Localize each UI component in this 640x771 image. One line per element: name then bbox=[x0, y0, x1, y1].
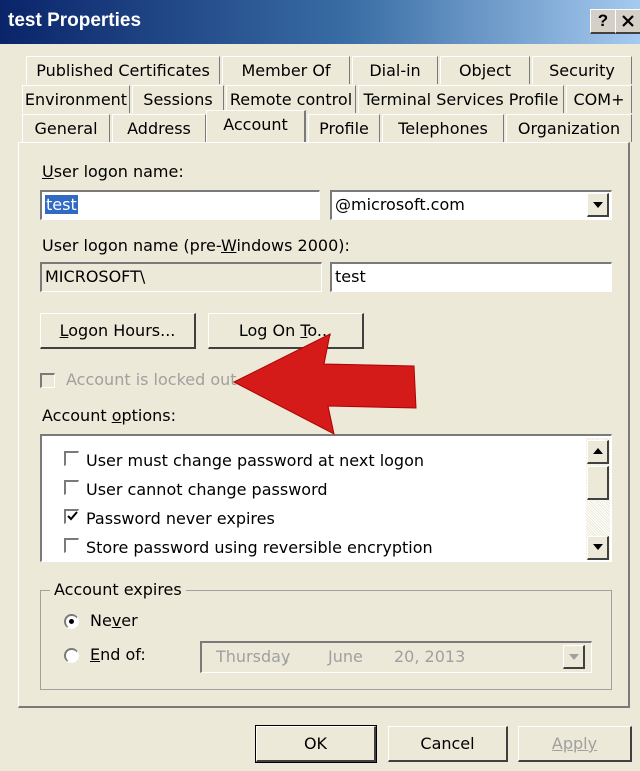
user-logon-name-label: User logon name: bbox=[42, 162, 184, 181]
tab-object[interactable]: Object bbox=[440, 56, 530, 84]
account-locked-out-checkbox[interactable] bbox=[40, 373, 55, 388]
tab-member-of[interactable]: Member Of bbox=[222, 56, 350, 84]
upn-suffix-dropdown-button[interactable] bbox=[587, 193, 609, 217]
help-button[interactable]: ? bbox=[590, 9, 617, 34]
scroll-down-button[interactable] bbox=[587, 536, 609, 560]
option-password-never-expires-label: Password never expires bbox=[86, 509, 275, 528]
close-button[interactable] bbox=[615, 9, 640, 34]
arrow-down-icon bbox=[592, 544, 603, 550]
tab-terminal-services-profile[interactable]: Terminal Services Profile bbox=[358, 85, 564, 113]
tab-organization[interactable]: Organization bbox=[506, 114, 632, 142]
chevron-down-icon bbox=[592, 202, 603, 208]
account-expires-group bbox=[40, 590, 612, 690]
option-password-never-expires-checkbox[interactable] bbox=[64, 509, 79, 524]
tab-published-certificates[interactable]: Published Certificates bbox=[26, 56, 220, 84]
upn-suffix-dropdown[interactable]: @microsoft.com bbox=[330, 190, 612, 220]
ok-button[interactable]: OK bbox=[255, 725, 377, 763]
account-locked-out-label: Account is locked out bbox=[66, 370, 237, 389]
tab-com-plus[interactable]: COM+ bbox=[566, 85, 632, 113]
expires-end-of-radio[interactable] bbox=[64, 648, 79, 663]
expiry-date-picker[interactable]: Thursday , June 20, 2013 bbox=[200, 641, 592, 673]
pre-windows-2000-label: User logon name (pre-Windows 2000): bbox=[42, 236, 350, 255]
logon-hours-button[interactable]: Logon Hours... bbox=[40, 313, 196, 349]
option-must-change-password-label: User must change password at next logon bbox=[86, 451, 425, 470]
pre-windows-2000-name-input[interactable]: test bbox=[330, 262, 612, 292]
date-month: June bbox=[328, 647, 363, 666]
option-reversible-encryption-checkbox[interactable] bbox=[64, 538, 79, 553]
cancel-button[interactable]: Cancel bbox=[388, 726, 508, 762]
red-arrow-annotation bbox=[232, 333, 417, 435]
arrow-up-icon bbox=[592, 448, 603, 454]
tab-address[interactable]: Address bbox=[112, 114, 206, 142]
expires-never-label: Never bbox=[90, 611, 138, 630]
tab-environment[interactable]: Environment bbox=[22, 85, 130, 113]
tab-dial-in[interactable]: Dial-in bbox=[352, 56, 438, 84]
user-logon-name-input[interactable]: test bbox=[40, 190, 320, 220]
tab-telephones[interactable]: Telephones bbox=[382, 114, 504, 142]
date-day-year: 20, 2013 bbox=[394, 647, 466, 666]
date-separator: , bbox=[284, 647, 290, 666]
date-weekday: Thursday bbox=[216, 647, 291, 666]
apply-button-label: Apply bbox=[551, 734, 598, 753]
scroll-up-button[interactable] bbox=[587, 440, 609, 464]
option-reversible-encryption-label: Store password using reversible encrypti… bbox=[86, 538, 433, 557]
chevron-down-icon bbox=[568, 654, 579, 660]
tab-general[interactable]: General bbox=[22, 114, 110, 142]
tab-profile[interactable]: Profile bbox=[308, 114, 380, 142]
checkmark-icon bbox=[66, 511, 78, 521]
option-cannot-change-password-label: User cannot change password bbox=[86, 480, 328, 499]
account-options-label: Account options: bbox=[42, 406, 177, 425]
pre-windows-2000-domain: MICROSOFT\ bbox=[40, 262, 322, 292]
tab-account[interactable]: Account bbox=[206, 110, 306, 142]
radio-selected-dot bbox=[69, 619, 74, 624]
close-icon bbox=[622, 15, 634, 27]
tab-sessions[interactable]: Sessions bbox=[132, 85, 224, 113]
date-dropdown-button[interactable] bbox=[563, 645, 585, 669]
tab-remote-control[interactable]: Remote control bbox=[226, 85, 356, 113]
option-must-change-password-checkbox[interactable] bbox=[64, 451, 79, 466]
expires-never-radio[interactable] bbox=[64, 614, 79, 629]
account-expires-legend: Account expires bbox=[50, 580, 186, 599]
option-cannot-change-password-checkbox[interactable] bbox=[64, 480, 79, 495]
tab-security[interactable]: Security bbox=[532, 56, 632, 84]
window-title: test Properties bbox=[8, 10, 142, 31]
apply-button[interactable]: Apply bbox=[518, 726, 632, 762]
expires-end-of-label: End of: bbox=[90, 645, 146, 664]
scroll-thumb[interactable] bbox=[587, 466, 609, 500]
account-options-list[interactable]: User must change password at next logon … bbox=[40, 434, 612, 562]
